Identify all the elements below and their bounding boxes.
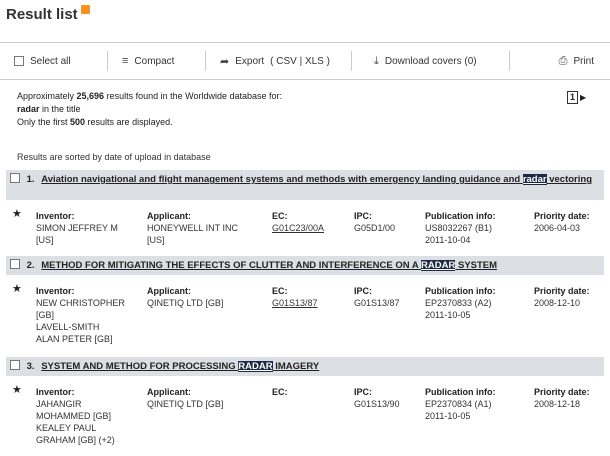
- compact-label: Compact: [134, 55, 175, 67]
- page-title: Result list: [6, 5, 90, 23]
- export-label: Export: [235, 55, 265, 67]
- rss-icon[interactable]: [80, 5, 90, 14]
- pagination: 1 ▶: [567, 91, 586, 104]
- ec-link[interactable]: G01S13/87: [272, 297, 318, 309]
- export-formats[interactable]: ( CSV | XLS ): [270, 56, 330, 67]
- results-summary: Approximately 25,696 results found in th…: [17, 91, 282, 127]
- result-header: 2. METHOD FOR MITIGATING THE EFFECTS OF …: [6, 256, 604, 275]
- download-covers-button[interactable]: ⤓ Download covers (0): [352, 51, 510, 71]
- list-icon: ≡: [122, 55, 129, 67]
- export-button[interactable]: ➦ Export ( CSV | XLS ): [206, 51, 352, 71]
- star-icon[interactable]: ★: [12, 384, 22, 396]
- result-header: 1. Aviation navigational and flight mana…: [6, 170, 604, 200]
- result-header: 3. SYSTEM AND METHOD FOR PROCESSING RADA…: [6, 357, 604, 376]
- result-title-link[interactable]: SYSTEM AND METHOD FOR PROCESSING RADAR I…: [41, 361, 319, 372]
- star-icon[interactable]: ★: [12, 208, 22, 220]
- print-label: Print: [573, 55, 594, 67]
- next-page-icon[interactable]: ▶: [580, 93, 586, 102]
- result-checkbox[interactable]: [10, 360, 20, 370]
- result-checkbox[interactable]: [10, 173, 20, 183]
- download-icon: ⤓: [374, 54, 379, 67]
- ec-link[interactable]: G01C23/00A: [272, 222, 324, 234]
- export-icon: ➦: [220, 55, 230, 68]
- current-page[interactable]: 1: [567, 91, 579, 104]
- select-all-checkbox[interactable]: [14, 56, 24, 66]
- result-title-link[interactable]: METHOD FOR MITIGATING THE EFFECTS OF CLU…: [41, 260, 497, 271]
- search-query: radar: [17, 104, 40, 114]
- result-count: 25,696: [76, 91, 105, 101]
- select-all-label: Select all: [30, 55, 71, 67]
- star-icon[interactable]: ★: [12, 283, 22, 295]
- result-title-link[interactable]: Aviation navigational and flight managem…: [41, 174, 592, 185]
- download-covers-label: Download covers (0): [384, 55, 477, 67]
- compact-button[interactable]: ≡ Compact: [108, 51, 206, 71]
- select-all-button[interactable]: Select all: [0, 51, 108, 71]
- printer-icon: ⎙: [558, 54, 568, 67]
- result-checkbox[interactable]: [10, 259, 20, 269]
- print-button[interactable]: ⎙ Print: [510, 51, 610, 71]
- sort-note: Results are sorted by date of upload in …: [17, 152, 211, 162]
- toolbar: Select all ≡ Compact ➦ Export ( CSV | XL…: [0, 42, 610, 80]
